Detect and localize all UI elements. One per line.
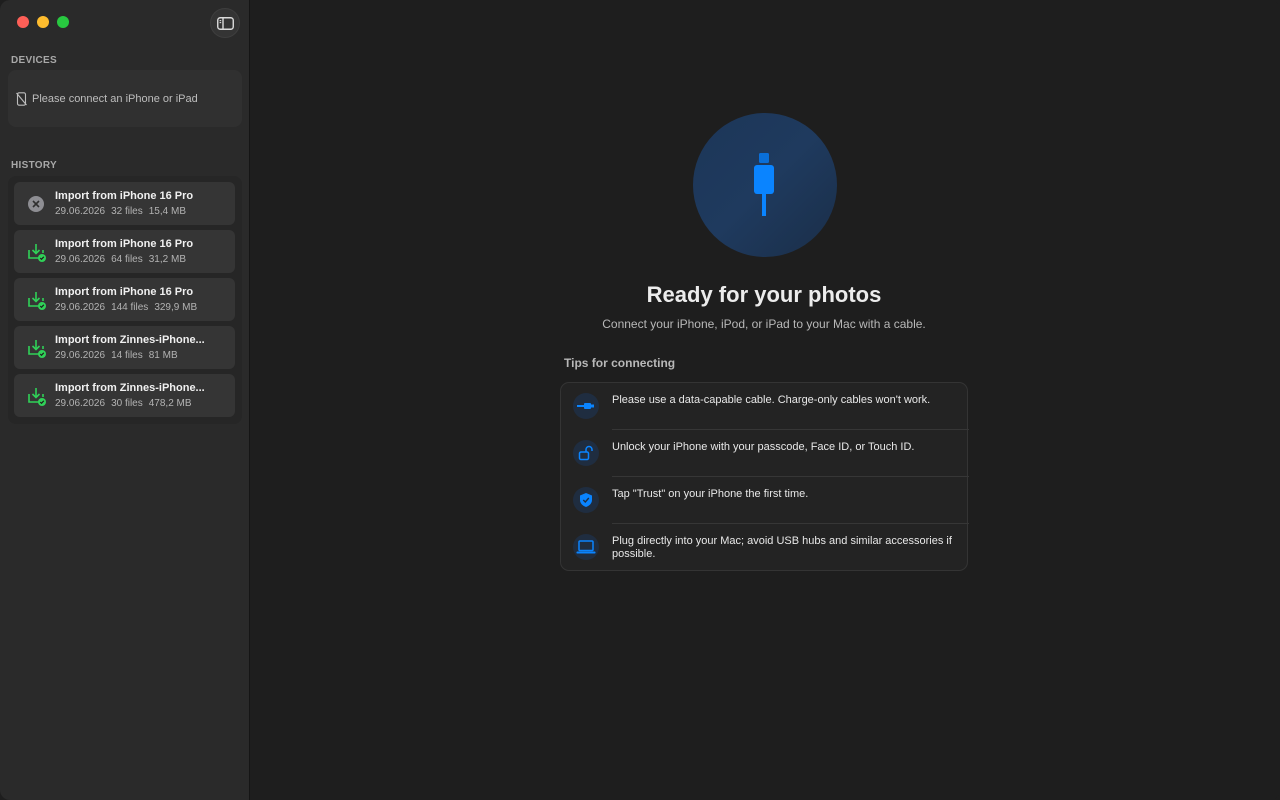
history-item-date: 29.06.2026 [55, 350, 106, 361]
minimize-window-button[interactable] [37, 16, 49, 28]
history-item-title: Import from Zinnes-iPhone... [55, 334, 205, 346]
zoom-window-button[interactable] [57, 16, 69, 28]
tip-item: Unlock your iPhone with your passcode, F… [561, 430, 967, 476]
page-subtitle: Connect your iPhone, iPod, or iPad to yo… [602, 317, 926, 331]
history-item-date: 29.06.2026 [55, 206, 106, 217]
import-success-icon [28, 388, 46, 406]
shield-check-icon [573, 487, 599, 513]
history-item-title: Import from iPhone 16 Pro [55, 190, 194, 202]
tip-item: Tap "Trust" on your iPhone the first tim… [561, 477, 967, 523]
devices-section-label: DEVICES [11, 55, 58, 66]
history-item-title: Import from iPhone 16 Pro [55, 238, 194, 250]
import-success-icon [28, 340, 46, 358]
history-item-title: Import from iPhone 16 Pro [55, 286, 194, 298]
history-item[interactable]: Import from iPhone 16 Pro 29.06.2026 32 f… [14, 182, 235, 225]
history-item-files: 30 files [111, 398, 143, 409]
tip-text: Please use a data-capable cable. Charge-… [612, 394, 931, 406]
tip-item: Plug directly into your Mac; avoid USB h… [561, 524, 967, 571]
history-item-date: 29.06.2026 [55, 302, 106, 313]
history-item-files: 144 files [111, 302, 149, 313]
history-item-meta: 29.06.2026 144 files 329,9 MB [55, 302, 203, 313]
cable-icon [573, 393, 599, 419]
history-item[interactable]: Import from iPhone 16 Pro 29.06.2026 64 f… [14, 230, 235, 273]
sidebar-toggle-button[interactable] [210, 8, 240, 38]
history-item-size: 478,2 MB [148, 398, 192, 409]
history-section-label: HISTORY [11, 160, 57, 171]
close-window-button[interactable] [17, 16, 29, 28]
history-item-meta: 29.06.2026 14 files 81 MB [55, 350, 184, 361]
import-success-icon [28, 292, 46, 310]
usb-cable-icon [754, 153, 774, 216]
hero-illustration [693, 113, 837, 257]
history-item-files: 64 files [111, 254, 143, 265]
history-item[interactable]: Import from iPhone 16 Pro 29.06.2026 144 … [14, 278, 235, 321]
history-item[interactable]: Import from Zinnes-iPhone... 29.06.2026 1… [14, 326, 235, 369]
sidebar-toggle-icon [216, 16, 234, 30]
tip-text: Tap "Trust" on your iPhone the first tim… [612, 488, 809, 500]
history-list: Import from iPhone 16 Pro 29.06.2026 32 f… [8, 176, 242, 424]
history-item[interactable]: Import from Zinnes-iPhone... 29.06.2026 3… [14, 374, 235, 417]
history-item-size: 81 MB [148, 350, 178, 361]
app-window: DEVICES Please connect an iPhone or iPad… [0, 0, 1280, 800]
history-item-title: Import from Zinnes-iPhone... [55, 382, 205, 394]
history-item-size: 15,4 MB [148, 206, 186, 217]
phone-slash-icon [16, 91, 27, 106]
failed-icon [28, 196, 44, 212]
tips-heading: Tips for connecting [564, 356, 676, 370]
main-content: Ready for your photos Connect your iPhon… [250, 0, 1280, 800]
laptop-icon [573, 534, 599, 560]
sidebar: DEVICES Please connect an iPhone or iPad… [0, 0, 250, 800]
no-device-message: Please connect an iPhone or iPad [32, 92, 198, 105]
unlock-icon [573, 440, 599, 466]
history-item-date: 29.06.2026 [55, 254, 106, 265]
tip-text: Plug directly into your Mac; avoid USB h… [612, 535, 952, 560]
history-item-date: 29.06.2026 [55, 398, 106, 409]
window-controls [17, 16, 69, 28]
tip-text: Unlock your iPhone with your passcode, F… [612, 441, 915, 453]
history-item-files: 14 files [111, 350, 143, 361]
history-item-files: 32 files [111, 206, 143, 217]
history-item-meta: 29.06.2026 32 files 15,4 MB [55, 206, 192, 217]
devices-list: Please connect an iPhone or iPad [8, 70, 242, 127]
tips-card: Please use a data-capable cable. Charge-… [560, 382, 969, 571]
import-success-icon [28, 244, 46, 262]
page-title: Ready for your photos [646, 282, 882, 307]
history-item-size: 329,9 MB [154, 302, 198, 313]
history-item-meta: 29.06.2026 30 files 478,2 MB [55, 398, 198, 409]
history-item-meta: 29.06.2026 64 files 31,2 MB [55, 254, 192, 265]
history-item-size: 31,2 MB [148, 254, 186, 265]
tip-item: Please use a data-capable cable. Charge-… [561, 383, 967, 429]
